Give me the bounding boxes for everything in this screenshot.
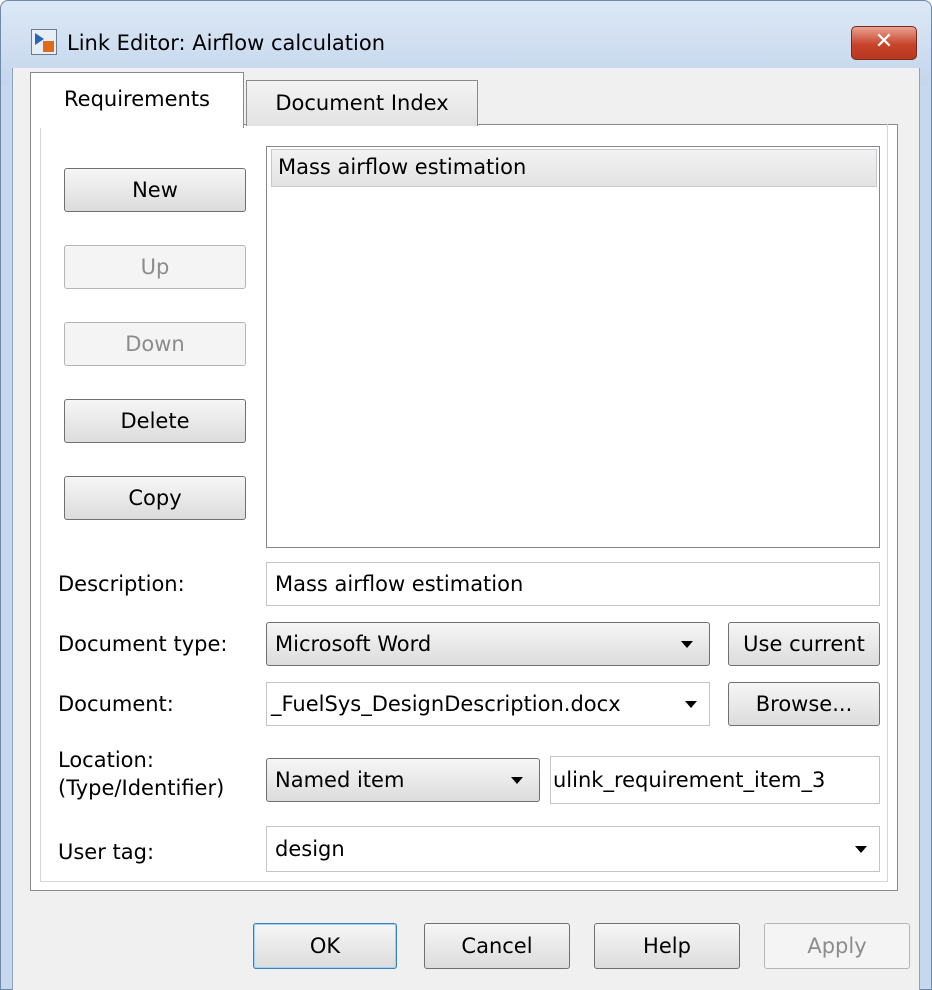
location-label-line2: (Type/Identifier) xyxy=(58,776,225,800)
close-icon[interactable]: ✕ xyxy=(851,26,917,60)
description-field[interactable]: Mass airflow estimation xyxy=(266,562,880,606)
location-identifier-field[interactable]: ulink_requirement_item_3 xyxy=(550,756,880,804)
list-item[interactable]: Mass airflow estimation xyxy=(271,149,877,187)
use-current-button[interactable]: Use current xyxy=(728,622,880,666)
copy-button[interactable]: Copy xyxy=(64,476,246,520)
help-button[interactable]: Help xyxy=(594,923,740,969)
apply-button[interactable]: Apply xyxy=(764,923,910,969)
delete-button[interactable]: Delete xyxy=(64,399,246,443)
document-type-value: Microsoft Word xyxy=(275,632,432,656)
document-label: Document: xyxy=(58,692,174,716)
ok-button[interactable]: OK xyxy=(253,923,397,969)
user-tag-value: design xyxy=(275,837,345,861)
chevron-down-icon xyxy=(855,846,867,853)
chevron-down-icon xyxy=(511,777,523,784)
user-tag-label: User tag: xyxy=(58,840,155,864)
cancel-button[interactable]: Cancel xyxy=(424,923,570,969)
down-button[interactable]: Down xyxy=(64,322,246,366)
requirements-list[interactable]: Mass airflow estimation xyxy=(266,146,880,548)
location-type-value: Named item xyxy=(275,768,405,792)
up-button[interactable]: Up xyxy=(64,245,246,289)
document-type-select[interactable]: Microsoft Word xyxy=(266,622,710,666)
document-type-label: Document type: xyxy=(58,632,228,656)
location-type-select[interactable]: Named item xyxy=(266,758,540,802)
window-title: Link Editor: Airflow calculation xyxy=(67,31,386,55)
document-value: _FuelSys_DesignDescription.docx xyxy=(271,692,621,716)
description-label: Description: xyxy=(58,572,185,596)
browse-button[interactable]: Browse... xyxy=(728,682,880,726)
new-button[interactable]: New xyxy=(64,168,246,212)
chevron-down-icon xyxy=(681,641,693,648)
document-combo[interactable]: _FuelSys_DesignDescription.docx xyxy=(266,682,710,726)
user-tag-combo[interactable]: design xyxy=(266,826,880,872)
chevron-down-icon xyxy=(685,701,697,708)
location-label: Location: (Type/Identifier) xyxy=(58,746,224,802)
tab-document-index[interactable]: Document Index xyxy=(246,80,478,126)
location-label-line1: Location: xyxy=(58,748,154,772)
app-icon xyxy=(31,29,57,55)
tab-requirements[interactable]: Requirements xyxy=(30,72,244,128)
